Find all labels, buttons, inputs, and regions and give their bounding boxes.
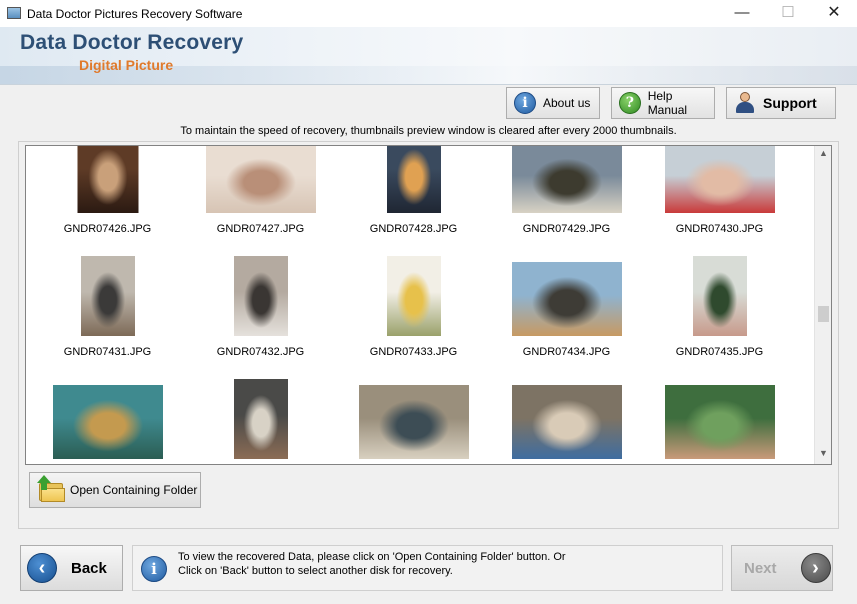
maximize-button[interactable]: ☐ [765, 0, 811, 27]
thumbnail-image[interactable] [80, 256, 135, 336]
help-manual-label: Help Manual [647, 89, 688, 117]
thumbnail-item[interactable]: GNDR07434.JPG [490, 237, 643, 360]
thumbnail-image[interactable] [233, 379, 288, 459]
thumbnail-filename: GNDR07426.JPG [63, 223, 152, 235]
thumbnail-filename: GNDR07430.JPG [675, 223, 764, 235]
thumbnail-image[interactable] [511, 146, 622, 213]
info-icon: i [141, 556, 167, 582]
thumbnail-image[interactable] [205, 146, 316, 213]
vertical-scrollbar[interactable]: ▲ ▼ [814, 146, 831, 464]
folder-open-icon [37, 475, 65, 503]
thumbnail-image[interactable] [692, 256, 747, 336]
title-bar: Data Doctor Pictures Recovery Software —… [0, 0, 857, 27]
thumbnail-image[interactable] [386, 256, 441, 336]
thumbnail-filename: GNDR07432.JPG [216, 346, 305, 358]
help-manual-button[interactable]: ? Help Manual [611, 87, 715, 119]
about-us-button[interactable]: i About us [506, 87, 600, 119]
thumbnail-item[interactable]: GNDR07433.JPG [337, 237, 490, 360]
arrow-right-icon: › [800, 553, 831, 583]
thumbnail-item[interactable]: GNDR07428.JPG [337, 146, 490, 237]
thumbnail-item[interactable]: GNDR07437.JPG [184, 360, 337, 464]
thumbnail-item[interactable]: GNDR07439.JPG [490, 360, 643, 464]
thumbnail-filename: GNDR07434.JPG [522, 346, 611, 358]
support-label: Support [763, 95, 817, 111]
back-button[interactable]: ‹ Back [20, 545, 123, 591]
question-icon: ? [619, 92, 641, 114]
instruction-message: i To view the recovered Data, please cli… [132, 545, 723, 591]
thumbnail-filename: GNDR07435.JPG [675, 346, 764, 358]
support-button[interactable]: Support [726, 87, 836, 119]
thumbnail-image[interactable] [77, 146, 138, 213]
scroll-down-arrow-icon[interactable]: ▼ [815, 448, 831, 462]
thumbnail-filename: GNDR07428.JPG [369, 223, 458, 235]
notice-text: To maintain the speed of recovery, thumb… [180, 125, 677, 137]
brand-title: Data Doctor Recovery [20, 31, 244, 54]
thumbnail-item[interactable]: GNDR07438.JPG [337, 360, 490, 464]
thumbnail-image[interactable] [664, 146, 775, 213]
thumbnail-item[interactable]: GNDR07431.JPG [31, 237, 184, 360]
thumbnail-item[interactable]: GNDR07426.JPG [31, 146, 184, 237]
thumbnail-image[interactable] [358, 385, 469, 459]
scrollbar-thumb[interactable] [818, 306, 829, 322]
window-title: Data Doctor Pictures Recovery Software [27, 7, 243, 21]
thumbnail-gallery[interactable]: GNDR07426.JPG GNDR07427.JPG GNDR07428.JPG G… [25, 145, 832, 465]
thumbnail-image[interactable] [386, 146, 441, 213]
person-icon [734, 92, 756, 114]
message-line-2: Click on 'Back' button to select another… [178, 565, 453, 577]
open-containing-folder-button[interactable]: Open Containing Folder [29, 472, 201, 508]
about-us-label: About us [543, 96, 591, 110]
thumbnail-item[interactable]: GNDR07436.JPG [31, 360, 184, 464]
brand-subtitle: Digital Picture [79, 57, 174, 73]
thumbnail-image[interactable] [511, 262, 622, 336]
thumbnail-item[interactable]: GNDR07440.JPG [643, 360, 796, 464]
thumbnail-item[interactable]: GNDR07430.JPG [643, 146, 796, 237]
thumbnail-image[interactable] [511, 385, 622, 459]
thumbnail-item[interactable]: GNDR07432.JPG [184, 237, 337, 360]
app-icon [7, 7, 21, 19]
thumbnail-filename: GNDR07433.JPG [369, 346, 458, 358]
thumbnail-image[interactable] [664, 385, 775, 459]
next-button: Next › [731, 545, 833, 591]
thumbnail-image[interactable] [52, 385, 163, 459]
thumbnail-image[interactable] [233, 256, 288, 336]
thumbnail-filename: GNDR07427.JPG [216, 223, 305, 235]
next-label: Next [744, 559, 777, 577]
minimize-button[interactable]: — [719, 0, 765, 27]
thumbnail-item[interactable]: GNDR07427.JPG [184, 146, 337, 237]
thumbnail-filename: GNDR07429.JPG [522, 223, 611, 235]
close-button[interactable]: ✕ [811, 0, 857, 27]
message-line-1: To view the recovered Data, please click… [178, 551, 566, 563]
info-icon: i [514, 92, 536, 114]
open-containing-folder-label: Open Containing Folder [70, 483, 198, 497]
thumbnail-item[interactable]: GNDR07429.JPG [490, 146, 643, 237]
thumbnail-item[interactable]: GNDR07435.JPG [643, 237, 796, 360]
back-label: Back [71, 559, 107, 577]
scroll-up-arrow-icon[interactable]: ▲ [815, 148, 831, 162]
thumbnail-filename: GNDR07431.JPG [63, 346, 152, 358]
header-banner: Data Doctor Recovery Digital Picture [0, 27, 857, 85]
arrow-left-icon: ‹ [27, 553, 57, 583]
